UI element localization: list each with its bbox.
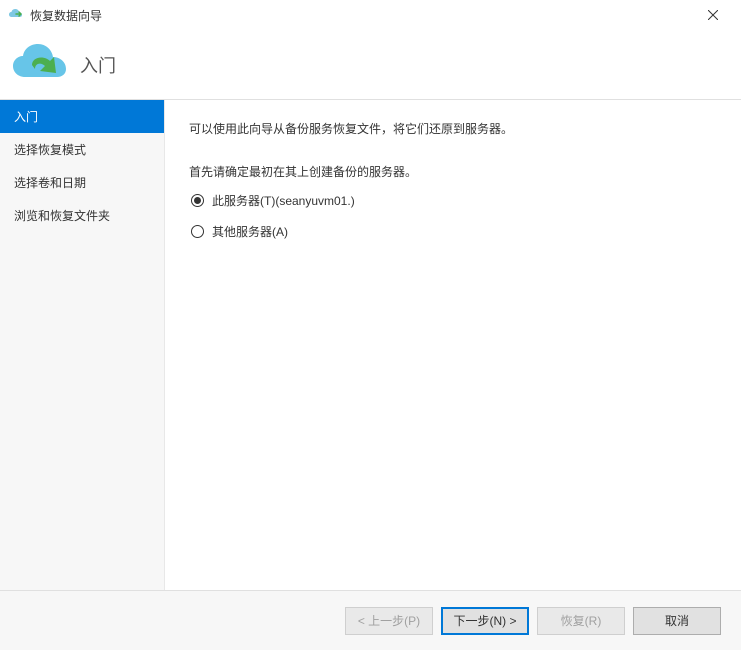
radio-other-server[interactable]: 其他服务器(A) [191, 223, 717, 240]
cloud-restore-icon [10, 41, 70, 89]
recover-button: 恢复(R) [537, 607, 625, 635]
sidebar-item-label: 选择卷和日期 [14, 176, 86, 190]
sidebar-item-mode[interactable]: 选择恢复模式 [0, 133, 164, 166]
close-button[interactable] [693, 0, 733, 30]
sidebar-item-label: 浏览和恢复文件夹 [14, 209, 110, 223]
content-area: 可以使用此向导从备份服务恢复文件，将它们还原到服务器。 首先请确定最初在其上创建… [165, 100, 741, 590]
sidebar-item-browse[interactable]: 浏览和恢复文件夹 [0, 199, 164, 232]
radio-label: 此服务器(T)(seanyuvm01.) [212, 192, 355, 209]
sidebar: 入门 选择恢复模式 选择卷和日期 浏览和恢复文件夹 [0, 100, 165, 590]
wizard-footer: < 上一步(P) 下一步(N) > 恢复(R) 取消 [0, 590, 741, 650]
next-button[interactable]: 下一步(N) > [441, 607, 529, 635]
app-icon [8, 7, 24, 23]
radio-indicator [191, 225, 204, 238]
server-radio-group: 此服务器(T)(seanyuvm01.) 其他服务器(A) [189, 192, 717, 240]
prev-button: < 上一步(P) [345, 607, 433, 635]
intro-text: 可以使用此向导从备份服务恢复文件，将它们还原到服务器。 [189, 120, 717, 139]
radio-indicator [191, 194, 204, 207]
radio-label: 其他服务器(A) [212, 223, 288, 240]
cancel-button[interactable]: 取消 [633, 607, 721, 635]
wizard-body: 入门 选择恢复模式 选择卷和日期 浏览和恢复文件夹 可以使用此向导从备份服务恢复… [0, 100, 741, 590]
page-title: 入门 [80, 52, 116, 78]
sidebar-item-intro[interactable]: 入门 [0, 100, 164, 133]
prompt-text: 首先请确定最初在其上创建备份的服务器。 [189, 163, 717, 180]
titlebar-title: 恢复数据向导 [30, 7, 693, 24]
sidebar-item-label: 选择恢复模式 [14, 143, 86, 157]
sidebar-item-label: 入门 [14, 110, 38, 124]
sidebar-item-volume-date[interactable]: 选择卷和日期 [0, 166, 164, 199]
titlebar: 恢复数据向导 [0, 0, 741, 30]
wizard-header: 入门 [0, 30, 741, 100]
radio-this-server[interactable]: 此服务器(T)(seanyuvm01.) [191, 192, 717, 209]
